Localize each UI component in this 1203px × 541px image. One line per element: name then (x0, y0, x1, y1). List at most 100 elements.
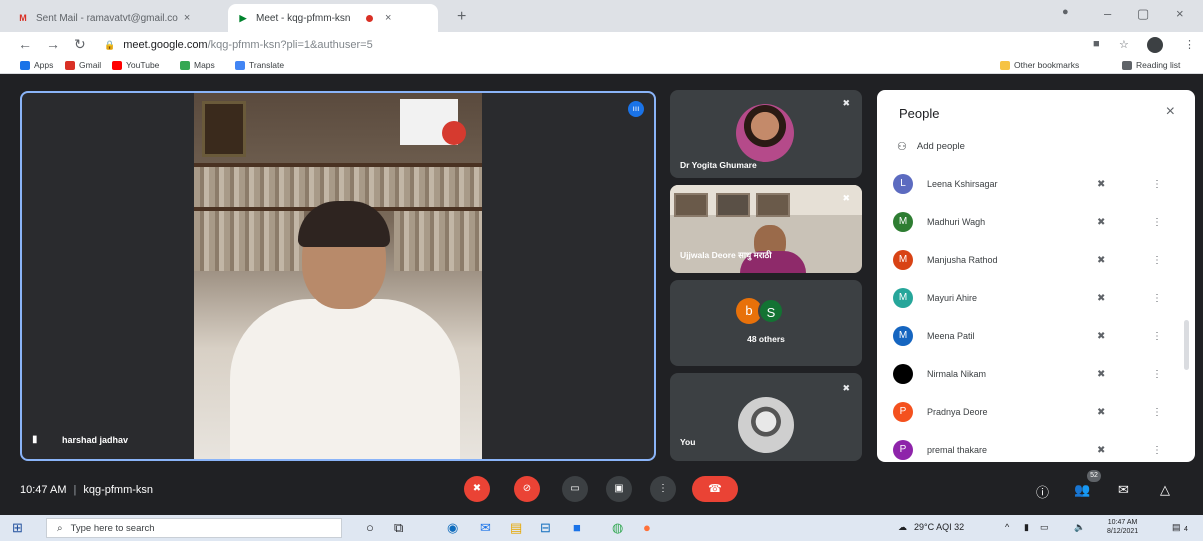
more-options-icon[interactable]: ⋮ (1152, 331, 1162, 342)
maximize-icon[interactable]: ▢ (1137, 6, 1149, 22)
reading-list[interactable]: Reading list (1122, 60, 1180, 70)
more-options-icon[interactable]: ⋮ (1152, 179, 1162, 190)
participant-row[interactable]: L Leena Kshirsagar ✖ ⋮ (893, 170, 1183, 198)
mic-off-icon[interactable]: ✖ (1097, 369, 1105, 380)
bookmark-maps[interactable]: Maps (180, 60, 215, 70)
participant-row[interactable]: P premal thakare ✖ ⋮ (893, 436, 1183, 462)
participant-avatar: M (893, 250, 913, 270)
meeting-details-icon[interactable]: ⓘ (1036, 482, 1049, 501)
profile-avatar[interactable] (1147, 37, 1163, 53)
camera-off-button[interactable]: ⊘ (514, 476, 540, 502)
captions-button[interactable]: ▭ (562, 476, 588, 502)
leave-call-button[interactable]: ☎ (692, 476, 738, 502)
activities-icon[interactable]: △ (1160, 482, 1170, 498)
wall-frame (756, 193, 790, 217)
reload-icon[interactable]: ↻ (74, 36, 86, 53)
taskbar-clock[interactable]: 10:47 AM 8/12/2021 (1107, 518, 1138, 536)
tray-chevron-icon[interactable]: ^ (1005, 522, 1009, 532)
new-tab-button[interactable]: + (457, 8, 466, 26)
participant-row[interactable]: M Mayuri Ahire ✖ ⋮ (893, 284, 1183, 312)
chat-icon[interactable]: ✉ (1118, 482, 1129, 498)
participant-name: Ujjwala Deore साधु मराठी (680, 250, 772, 260)
pin-icon[interactable]: ▮ (32, 434, 38, 445)
windows-start-icon[interactable]: ⊞ (12, 520, 23, 536)
others-tile[interactable]: b S 48 others (670, 280, 862, 366)
volume-icon[interactable]: 🔈 (1074, 522, 1085, 533)
self-avatar (738, 397, 794, 453)
more-options-icon[interactable]: ⋮ (1152, 407, 1162, 418)
self-tile[interactable]: ✖ You (670, 373, 862, 461)
separator: | (73, 484, 77, 496)
participant-row[interactable]: M Madhuri Wagh ✖ ⋮ (893, 208, 1183, 236)
close-panel-icon[interactable]: × (1166, 103, 1175, 121)
battery-icon[interactable]: ▭ (1040, 522, 1049, 533)
gmail-icon: M (19, 13, 27, 23)
present-screen-button[interactable]: ▣ (606, 476, 632, 502)
mic-off-icon[interactable]: ✖ (1097, 293, 1105, 304)
taskbar-search[interactable]: ⌕ Type here to search (46, 518, 342, 538)
windows-taskbar: ⊞ ⌕ Type here to search ○ ⧉ ◉ ✉ ▤ ⊟ ■ ◍ … (0, 515, 1203, 541)
more-options-icon[interactable]: ⋮ (1152, 445, 1162, 456)
participant-avatar: M (893, 288, 913, 308)
store-icon[interactable]: ⊟ (540, 520, 551, 536)
participant-row[interactable]: M Meena Patil ✖ ⋮ (893, 322, 1183, 350)
chrome-icon[interactable]: ◍ (612, 520, 623, 536)
main-speaker-tile[interactable]: ııı ▮ harshad jadhav (20, 91, 656, 461)
mic-off-icon[interactable]: ✖ (1097, 179, 1105, 190)
mail-icon[interactable]: ✉ (480, 520, 491, 536)
participant-tile[interactable]: ✖ Ujjwala Deore साधु मराठी (670, 185, 862, 273)
people-icon[interactable]: 👥 (1074, 482, 1090, 498)
window-close-icon[interactable]: × (1176, 6, 1184, 21)
weather-status[interactable]: 29°C AQI 32 (914, 522, 964, 532)
app-icon[interactable]: ■ (573, 520, 581, 535)
participant-row[interactable]: Nirmala Nikam ✖ ⋮ (893, 360, 1183, 388)
mic-off-icon[interactable]: ✖ (1097, 407, 1105, 418)
more-options-icon[interactable]: ⋮ (1152, 255, 1162, 266)
participant-avatar (893, 364, 913, 384)
tab-gmail[interactable]: M Sent Mail - ramavatvt@gmail.co × (8, 4, 222, 32)
mic-off-icon[interactable]: ✖ (1097, 331, 1105, 342)
minimize-icon[interactable]: – (1104, 6, 1111, 21)
bookmark-apps[interactable]: Apps (20, 60, 53, 70)
tab-meet[interactable]: ▶ Meet - kqg-pfmm-ksn × (228, 4, 438, 32)
participant-tile[interactable]: ✖ Dr Yogita Ghumare (670, 90, 862, 178)
bookmark-gmail[interactable]: Gmail (65, 60, 101, 70)
notifications-icon[interactable]: ▤ (1172, 522, 1181, 533)
weather-icon[interactable]: ☁ (898, 522, 907, 533)
other-bookmarks[interactable]: Other bookmarks (1000, 60, 1079, 70)
mic-off-icon[interactable]: ✖ (1097, 255, 1105, 266)
bookmark-label: Maps (194, 60, 215, 70)
participant-row[interactable]: P Pradnya Deore ✖ ⋮ (893, 398, 1183, 426)
mic-off-icon[interactable]: ✖ (1097, 217, 1105, 228)
browser-toolbar: ← → ↻ 🔒 meet.google.com /kqg-pfmm-ksn?pl… (0, 32, 1203, 58)
bookmark-star-icon[interactable]: ☆ (1119, 38, 1129, 51)
mic-off-button[interactable]: ✖ (464, 476, 490, 502)
cortana-icon[interactable]: ○ (366, 520, 374, 535)
participant-row[interactable]: M Manjusha Rathod ✖ ⋮ (893, 246, 1183, 274)
participant-avatar: S (758, 298, 784, 324)
task-view-icon[interactable]: ⧉ (394, 520, 403, 536)
file-explorer-icon[interactable]: ▤ (510, 520, 522, 536)
close-tab-icon[interactable]: × (184, 12, 190, 24)
edge-icon[interactable]: ◉ (447, 520, 458, 536)
back-icon[interactable]: ← (18, 36, 32, 52)
add-people-label: Add people (916, 141, 965, 152)
address-bar[interactable]: 🔒 meet.google.com /kqg-pfmm-ksn?pli=1&au… (104, 35, 1064, 55)
firefox-icon[interactable]: ● (643, 520, 651, 535)
menu-kebab-icon[interactable]: ⋮ (1184, 38, 1195, 51)
more-options-icon[interactable]: ⋮ (1152, 217, 1162, 228)
close-tab-icon[interactable]: × (385, 12, 391, 24)
network-icon[interactable]: ▮ (1024, 522, 1029, 533)
tab-search-icon[interactable]: ● (1062, 6, 1069, 18)
forward-icon[interactable]: → (46, 36, 60, 52)
more-options-button[interactable]: ⋮ (650, 476, 676, 502)
more-options-icon[interactable]: ⋮ (1152, 369, 1162, 380)
bookmark-youtube[interactable]: YouTube (112, 60, 159, 70)
camera-in-use-icon[interactable]: ■ (1093, 38, 1100, 50)
add-people-button[interactable]: ⚇ Add people (897, 140, 965, 153)
mic-off-icon[interactable]: ✖ (1097, 445, 1105, 456)
panel-scrollbar[interactable] (1184, 320, 1189, 370)
speaker-video (194, 93, 482, 459)
more-options-icon[interactable]: ⋮ (1152, 293, 1162, 304)
bookmark-translate[interactable]: Translate (235, 60, 284, 70)
